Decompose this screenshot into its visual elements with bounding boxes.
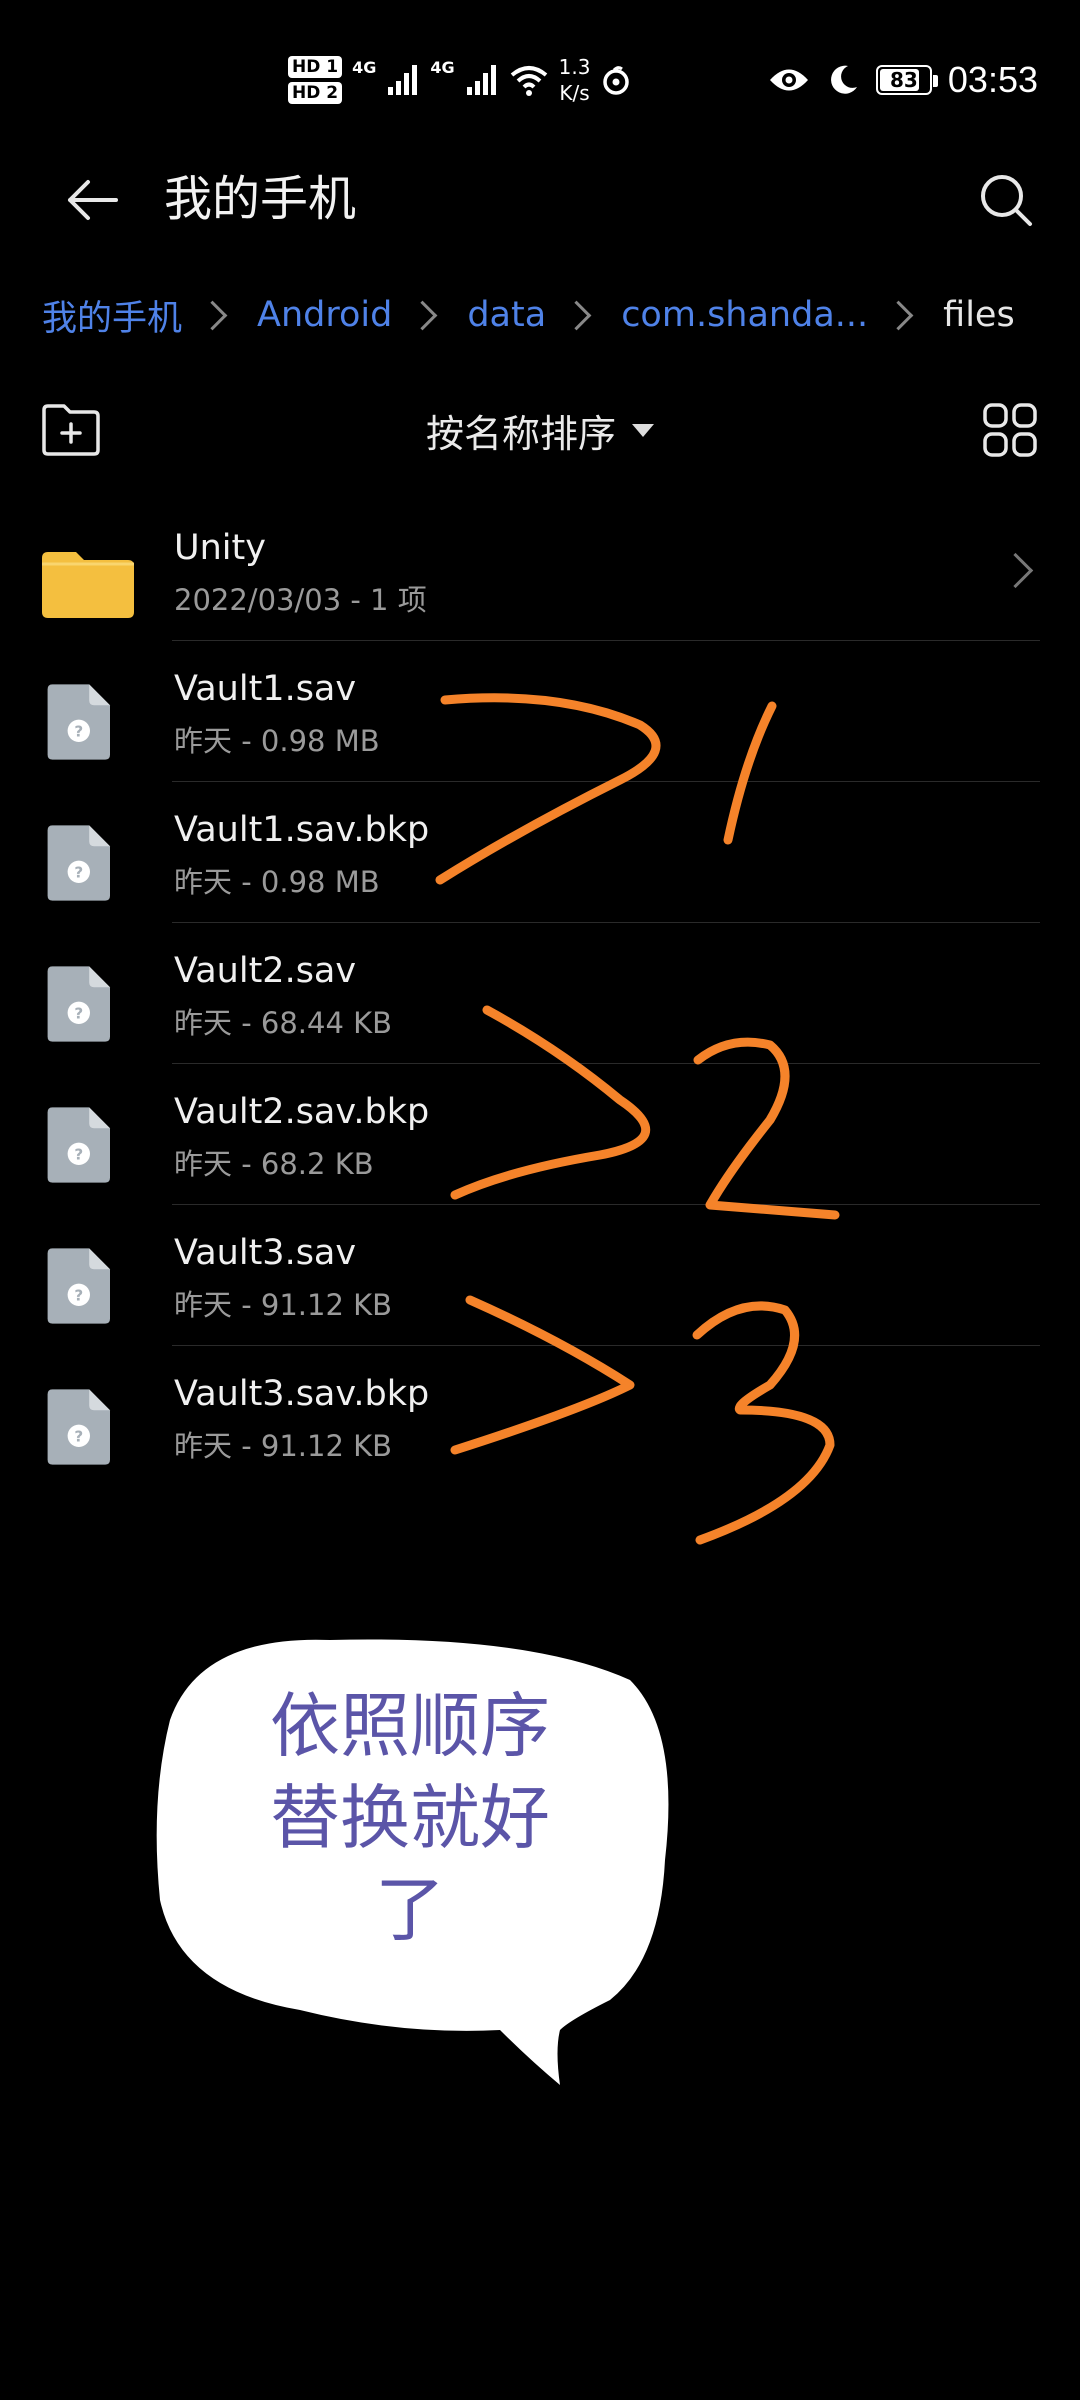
unknown-file-icon: ?	[47, 1389, 110, 1465]
chevron-right-icon	[197, 300, 228, 330]
sort-dropdown[interactable]: 按名称排序	[410, 390, 670, 470]
svg-text:?: ?	[74, 1004, 83, 1022]
svg-text:?: ?	[74, 722, 83, 740]
file-meta: 昨天 - 68.2 KB	[174, 1147, 374, 1181]
file-name: Vault2.sav.bkp	[174, 1092, 430, 1132]
svg-text:?: ?	[74, 1286, 83, 1304]
speed-value: 1.3	[558, 55, 591, 79]
breadcrumb: 我的手机 Android data com.shanda... files	[42, 280, 1015, 350]
unknown-file-icon: ?	[47, 825, 110, 901]
breadcrumb-item[interactable]: data	[467, 295, 546, 335]
file-row[interactable]: ? Vault1.sav 昨天 - 0.98 MB	[0, 641, 1080, 782]
do-not-disturb-moon-icon	[830, 65, 857, 94]
file-meta: 昨天 - 0.98 MB	[174, 724, 380, 758]
svg-text:?: ?	[74, 863, 83, 881]
search-button[interactable]	[972, 166, 1040, 234]
chevron-right-icon	[883, 300, 914, 330]
unknown-file-icon: ?	[47, 1248, 110, 1324]
battery-icon: 83	[875, 65, 938, 95]
folder-row[interactable]: Unity 2022/03/03 - 1 项	[0, 500, 1080, 641]
file-row[interactable]: ? Vault3.sav 昨天 - 91.12 KB	[0, 1205, 1080, 1346]
speech-bubble-line: 依照顺序	[270, 1685, 550, 1767]
sort-label: 按名称排序	[425, 411, 616, 456]
grid-view-icon[interactable]	[982, 402, 1038, 458]
file-meta: 昨天 - 68.44 KB	[174, 1006, 393, 1040]
file-name: Vault2.sav	[174, 951, 357, 991]
status-right: 83 03:53	[768, 40, 1038, 120]
search-icon	[981, 175, 1032, 226]
arrow-left-icon	[68, 180, 118, 220]
toolbar: 按名称排序	[0, 390, 1080, 470]
file-name: Vault3.sav	[174, 1233, 357, 1273]
file-meta: 昨天 - 0.98 MB	[174, 865, 380, 899]
page-title: 我的手机	[164, 171, 357, 227]
file-name: Vault3.sav.bkp	[174, 1374, 430, 1414]
status-left: HD 1 HD 2 4G 4G 1.3 K/s	[288, 40, 632, 120]
signal-icon-1	[388, 65, 418, 95]
netease-music-icon	[603, 66, 630, 95]
file-meta: 昨天 - 91.12 KB	[174, 1288, 393, 1322]
svg-text:?: ?	[74, 1427, 83, 1445]
unknown-file-icon: ?	[47, 966, 110, 1042]
signal-icon-2	[466, 65, 496, 95]
battery-level: 83	[889, 68, 918, 92]
file-name: Vault1.sav.bkp	[174, 810, 430, 850]
app-bar: 我的手机	[0, 150, 1080, 250]
speech-bubble-line: 了	[375, 1869, 445, 1951]
file-row[interactable]: ? Vault1.sav.bkp 昨天 - 0.98 MB	[0, 782, 1080, 923]
hd-sim2-badge: HD 2	[288, 82, 343, 104]
speech-bubble-line: 替换就好	[270, 1777, 550, 1859]
back-button[interactable]	[60, 168, 124, 232]
unknown-file-icon: ?	[47, 1107, 110, 1183]
chevron-right-icon	[561, 300, 592, 330]
file-row[interactable]: ? Vault2.sav 昨天 - 68.44 KB	[0, 923, 1080, 1064]
network-type-2: 4G	[430, 58, 455, 77]
network-type-1: 4G	[352, 58, 377, 77]
breadcrumb-item[interactable]: Android	[257, 295, 392, 335]
speech-bubble-text: 依照顺序 替换就好了	[200, 1680, 620, 1956]
unknown-file-icon: ?	[47, 684, 110, 760]
speed-unit: K/s	[559, 81, 590, 105]
chevron-right-icon	[997, 552, 1034, 589]
eye-comfort-icon	[769, 69, 808, 91]
folder-icon	[42, 552, 134, 618]
file-meta: 2022/03/03 - 1 项	[174, 583, 427, 617]
new-folder-icon[interactable]	[40, 400, 102, 460]
clock: 03:53	[947, 59, 1038, 100]
file-list: Unity 2022/03/03 - 1 项? Vault1.sav 昨天 - 0.9…	[0, 500, 1080, 1487]
file-name: Unity	[174, 528, 266, 568]
chevron-right-icon	[407, 300, 438, 330]
wifi-icon	[510, 66, 547, 96]
svg-text:?: ?	[74, 1145, 83, 1163]
breadcrumb-item[interactable]: 我的手机	[42, 290, 182, 341]
status-bar: HD 1 HD 2 4G 4G 1.3 K/s 83 03:53	[0, 0, 1080, 150]
file-row[interactable]: ? Vault2.sav.bkp 昨天 - 68.2 KB	[0, 1064, 1080, 1205]
caret-down-icon	[632, 423, 654, 437]
file-meta: 昨天 - 91.12 KB	[174, 1429, 393, 1463]
breadcrumb-item[interactable]: files	[943, 295, 1015, 335]
hd-sim1-badge: HD 1	[288, 56, 343, 78]
file-name: Vault1.sav	[174, 669, 357, 709]
hd-badges: HD 1 HD 2	[288, 56, 343, 104]
breadcrumb-item[interactable]: com.shanda...	[621, 295, 868, 335]
network-speed: 1.3 K/s	[559, 54, 591, 106]
file-row[interactable]: ? Vault3.sav.bkp 昨天 - 91.12 KB	[0, 1346, 1080, 1487]
